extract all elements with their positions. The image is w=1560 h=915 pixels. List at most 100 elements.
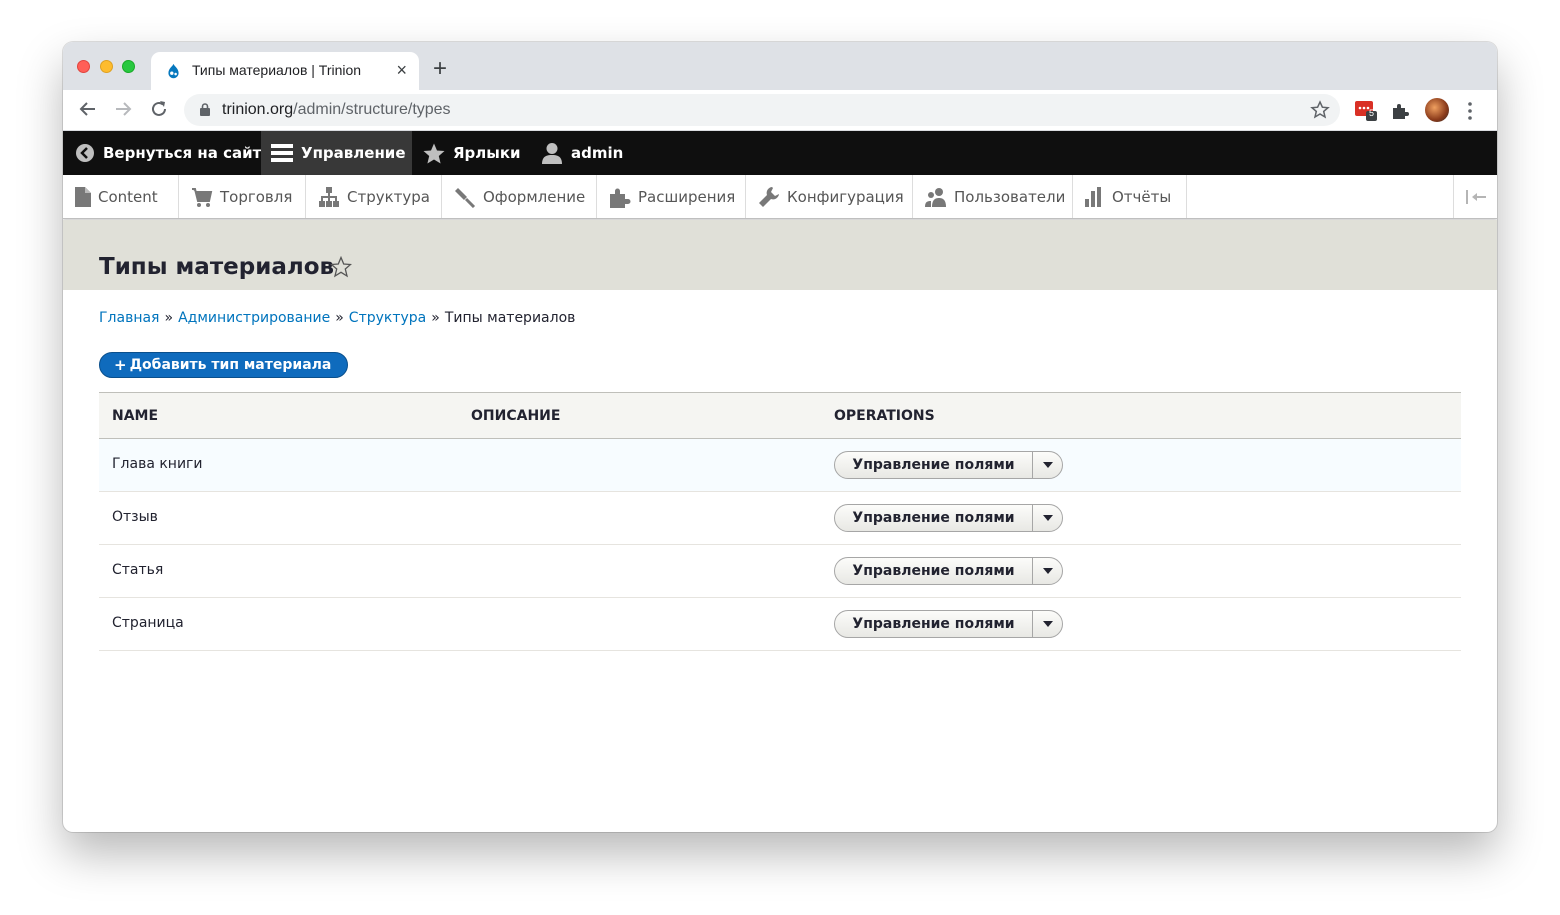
toolbar-user-label: admin [571, 144, 624, 162]
toolbar-manage-tab[interactable]: Управление [261, 131, 412, 175]
hamburger-icon [271, 144, 293, 162]
minimize-window-button[interactable] [100, 60, 113, 73]
table-row: Статья Управление полями [99, 545, 1461, 598]
tray-item-configuration[interactable]: Конфигурация [746, 175, 913, 218]
reload-icon[interactable] [148, 98, 170, 120]
manage-fields-button[interactable]: Управление полями [835, 452, 1033, 478]
dropbutton-toggle[interactable] [1033, 558, 1062, 584]
dropbutton-toggle[interactable] [1033, 452, 1062, 478]
column-header-description: Описание [471, 408, 561, 424]
caret-down-icon [1042, 462, 1053, 468]
drupal-favicon-icon [168, 63, 179, 79]
avatar[interactable] [1425, 98, 1449, 122]
caret-down-icon [1042, 515, 1053, 521]
operations-dropbutton: Управление полями [834, 504, 1063, 532]
user-icon [542, 143, 562, 164]
page-header: Типы материалов [63, 220, 1497, 290]
content-type-name: Статья [112, 562, 164, 578]
manage-fields-button[interactable]: Управление полями [835, 558, 1033, 584]
chevron-left-circle-icon [76, 144, 94, 162]
add-content-type-label: Добавить тип материала [129, 357, 332, 373]
kebab-menu-icon[interactable] [1467, 101, 1473, 121]
dropbutton-toggle[interactable] [1033, 505, 1062, 531]
bar-chart-icon [1085, 186, 1101, 207]
browser-tab[interactable]: Типы материалов | Trinion × [151, 52, 419, 90]
browser-window: Типы материалов | Trinion × + trinion.or… [63, 42, 1497, 832]
content-types-table: Name Описание Operations Глава книги Упр… [99, 392, 1461, 651]
file-icon [75, 186, 91, 207]
brush-icon [455, 187, 476, 208]
puzzle-icon[interactable] [1390, 101, 1410, 121]
tray-item-label: Конфигурация [787, 187, 904, 206]
tray-item-label: Отчёты [1112, 187, 1172, 206]
tray-item-structure[interactable]: Структура [306, 175, 442, 218]
column-header-operations: Operations [834, 408, 935, 424]
puzzle-icon [610, 188, 631, 208]
caret-down-icon [1042, 568, 1053, 574]
table-row: Отзыв Управление полями [99, 492, 1461, 545]
close-window-button[interactable] [77, 60, 90, 73]
toolbar-user-tab[interactable]: admin [541, 131, 623, 175]
add-content-type-button[interactable]: + Добавить тип материала [99, 352, 349, 378]
admin-toolbar: Вернуться на сайт Управление Ярлыки admi… [63, 131, 1497, 175]
back-arrow-icon[interactable] [77, 98, 99, 120]
breadcrumb-link-admin[interactable]: Администрирование [178, 310, 330, 326]
extension-icon[interactable]: 5 [1355, 100, 1379, 126]
tray-item-label: Оформление [483, 187, 586, 206]
favorite-star-icon[interactable] [330, 256, 352, 278]
tray-item-reports[interactable]: Отчёты [1073, 175, 1187, 218]
url-host: trinion.org [222, 101, 294, 118]
tray-item-content[interactable]: Content [63, 175, 179, 218]
back-to-site-label: Вернуться на сайт [103, 144, 262, 162]
address-toolbar: trinion.org/admin/structure/types 5 [63, 90, 1497, 131]
tray-item-people[interactable]: Пользователи [913, 175, 1073, 218]
admin-toolbar-tray: Content Торговля Структура Оформление Ра… [63, 175, 1497, 219]
manage-fields-button[interactable]: Управление полями [835, 611, 1033, 637]
collapse-tray-icon [1465, 189, 1486, 204]
page-title: Типы материалов [99, 254, 335, 280]
tray-item-label: Структура [347, 187, 430, 206]
toolbar-manage-label: Управление [301, 144, 406, 162]
table-row: Страница Управление полями [99, 598, 1461, 651]
toolbar-shortcuts-label: Ярлыки [453, 144, 521, 162]
lock-icon [200, 103, 210, 116]
star-icon [423, 143, 445, 163]
column-header-name: Name [112, 408, 159, 424]
forward-arrow-icon[interactable] [112, 98, 134, 120]
operations-dropbutton: Управление полями [834, 451, 1063, 479]
sitemap-icon [319, 186, 339, 207]
manage-fields-button[interactable]: Управление полями [835, 505, 1033, 531]
dropbutton-toggle[interactable] [1033, 611, 1062, 637]
tray-item-label: Торговля [220, 187, 293, 206]
content-type-name: Глава книги [112, 456, 203, 472]
table-header: Name Описание Operations [99, 392, 1461, 439]
breadcrumb: Главная» Администрирование» Структура» Типы… [99, 310, 575, 326]
operations-dropbutton: Управление полями [834, 557, 1063, 585]
tray-item-commerce[interactable]: Торговля [179, 175, 306, 218]
address-bar[interactable]: trinion.org/admin/structure/types [184, 94, 1340, 126]
tray-item-label: Content [98, 187, 158, 206]
operations-dropbutton: Управление полями [834, 610, 1063, 638]
bookmark-star-icon[interactable] [1310, 100, 1330, 120]
tray-orientation-toggle[interactable] [1453, 175, 1497, 218]
breadcrumb-separator: » [164, 310, 174, 326]
content-type-name: Страница [112, 615, 184, 631]
tray-item-extend[interactable]: Расширения [597, 175, 746, 218]
wrench-icon [759, 186, 779, 207]
zoom-window-button[interactable] [122, 60, 135, 73]
tab-close-icon[interactable]: × [396, 60, 407, 80]
url-path: /admin/structure/types [293, 101, 451, 118]
tab-strip: Типы материалов | Trinion × + [63, 42, 1497, 90]
breadcrumb-separator: » [335, 310, 344, 326]
people-icon [925, 187, 946, 207]
tray-item-appearance[interactable]: Оформление [442, 175, 597, 218]
back-to-site-link[interactable]: Вернуться на сайт [75, 131, 261, 175]
toolbar-shortcuts-tab[interactable]: Ярлыки [423, 131, 521, 175]
breadcrumb-link-structure[interactable]: Структура [349, 310, 426, 326]
tray-item-label: Пользователи [954, 187, 1066, 206]
tab-title: Типы материалов | Trinion [192, 62, 362, 78]
caret-down-icon [1042, 621, 1053, 627]
new-tab-button[interactable]: + [433, 57, 447, 81]
breadcrumb-link-home[interactable]: Главная [99, 310, 159, 326]
extension-badge: 5 [1369, 108, 1375, 118]
